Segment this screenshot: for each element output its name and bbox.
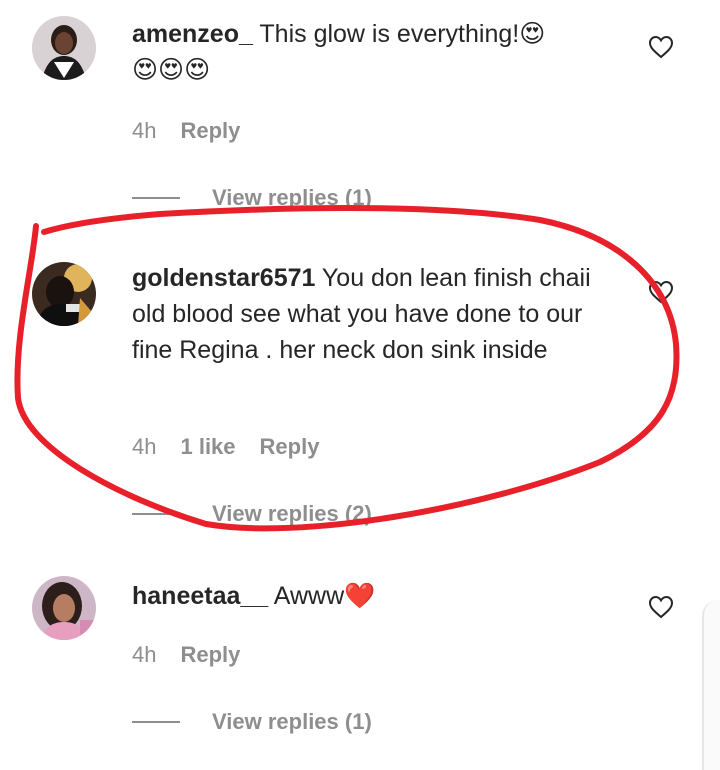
comment-time: 4h [132, 118, 157, 143]
like-count[interactable]: 1 like [180, 434, 235, 460]
view-replies-label: View replies (1) [212, 709, 372, 734]
avatar[interactable] [32, 16, 96, 80]
view-replies-button[interactable]: View replies (1) [132, 709, 372, 735]
divider-line [132, 721, 180, 723]
comment-text: goldenstar6571 You don lean finish chaii… [132, 260, 602, 368]
comment-time: 4h [132, 642, 157, 667]
view-replies-label: View replies (2) [212, 501, 372, 526]
reply-button[interactable]: Reply [180, 642, 240, 668]
comment-username[interactable]: amenzeo_ [132, 20, 253, 48]
heart-outline-icon[interactable] [648, 280, 674, 304]
heart-outline-icon[interactable] [648, 595, 674, 619]
scroll-edge [702, 600, 720, 770]
view-replies-label: View replies (1) [212, 185, 372, 210]
avatar[interactable] [32, 576, 96, 640]
view-replies-button[interactable]: View replies (1) [132, 185, 372, 211]
comment-text: amenzeo_ This glow is everything!😍 😍😍😍 [132, 16, 602, 88]
comment-meta: 4h Reply [132, 642, 240, 668]
comment-body: This glow is everything!😍 [259, 20, 546, 48]
reply-button[interactable]: Reply [180, 118, 240, 144]
comment-username[interactable]: goldenstar6571 [132, 264, 315, 292]
avatar[interactable] [32, 262, 96, 326]
comment-item: goldenstar6571 You don lean finish chaii… [0, 220, 720, 540]
divider-line [132, 513, 180, 515]
heart-outline-icon[interactable] [648, 35, 674, 59]
comment-body: Awww❤️ [273, 582, 376, 610]
comment-username[interactable]: haneetaa__ [132, 582, 268, 610]
reply-button[interactable]: Reply [260, 434, 320, 460]
comment-text: haneetaa__ Awww❤️ [132, 578, 602, 614]
comment-item: amenzeo_ This glow is everything!😍 😍😍😍 4… [0, 0, 720, 220]
view-replies-button[interactable]: View replies (2) [132, 501, 372, 527]
comment-time: 4h [132, 434, 157, 459]
comment-meta: 4h Reply [132, 118, 240, 144]
comment-item: haneetaa__ Awww❤️ 4h Reply View replies … [0, 540, 720, 770]
divider-line [132, 197, 180, 199]
comment-body-line2: 😍😍😍 [132, 56, 211, 84]
comment-meta: 4h 1 like Reply [132, 434, 319, 460]
